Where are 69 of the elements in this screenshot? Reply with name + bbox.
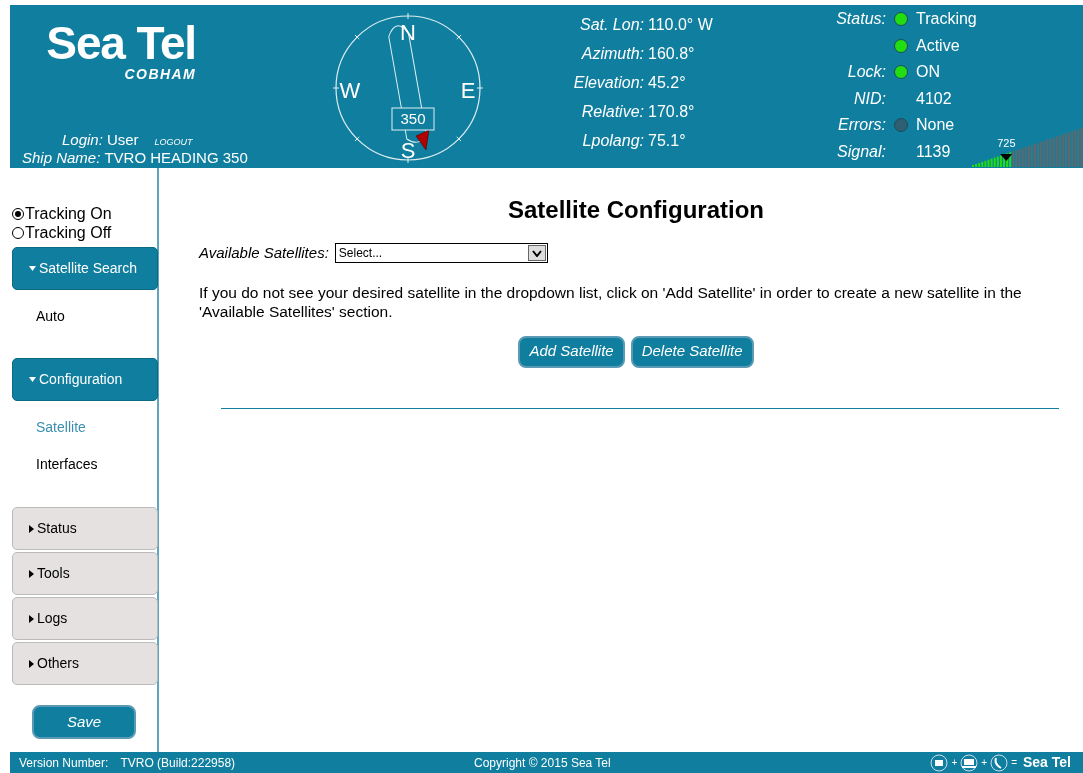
joiner-symbol: + — [951, 756, 958, 770]
readout-value: 160.8° — [648, 44, 695, 64]
east-label: E — [460, 78, 476, 103]
footer-logo: Sea Tel — [1023, 753, 1071, 772]
readout-value: 45.2° — [648, 73, 686, 93]
readout-label: Azimuth: — [580, 44, 644, 64]
readout-label: Sat. Lon: — [578, 15, 644, 35]
menu-section[interactable]: Status — [12, 507, 158, 550]
status-label: NID: — [854, 89, 886, 107]
caret-icon — [29, 659, 34, 668]
phone-icon — [990, 753, 1009, 772]
status-value: Tracking — [916, 9, 977, 30]
status-label: Status: — [836, 10, 886, 28]
west-label: W — [339, 78, 361, 103]
caret-icon — [29, 524, 34, 533]
readout-label: Elevation: — [572, 73, 644, 93]
version-number: TVRO (Build:222958) — [120, 754, 236, 772]
menu-section[interactable]: Logs — [12, 597, 158, 640]
status-value: Active — [916, 35, 960, 56]
tv-icon — [930, 753, 949, 772]
menu-item[interactable]: Auto — [12, 298, 156, 335]
action-button[interactable]: Add Satellite — [518, 335, 625, 368]
caret-icon — [29, 377, 36, 382]
readout-label: Lpolang: — [581, 131, 644, 151]
caret-icon — [29, 614, 34, 623]
status-label: Errors: — [838, 116, 886, 134]
login-label: Login: — [62, 130, 103, 150]
status-value: ON — [916, 62, 940, 83]
south-label: S — [400, 138, 416, 163]
logout-link[interactable]: LOGOUT — [154, 136, 193, 150]
menu-section[interactable]: Satellite Search — [12, 247, 158, 290]
logo-subtitle: COBHAM — [124, 67, 196, 81]
joiner-symbol: = — [1011, 756, 1017, 770]
north-label: N — [400, 20, 416, 45]
ship-name: TVRO HEADING 350 — [104, 148, 248, 168]
help-text: If you do not see your desired satellite in the dropdown list, click on 'Add Satellite' in order to create a new satellite in the 'Available Satellites' section. — [199, 282, 1023, 321]
readout-value: 75.1° — [648, 131, 686, 151]
radio-option[interactable]: Tracking Off — [12, 223, 156, 242]
readout-value: 170.8° — [648, 102, 695, 122]
status-value: 4102 — [916, 88, 952, 109]
menu-section[interactable]: Others — [12, 642, 158, 685]
version-label: Version Number: — [19, 754, 109, 772]
caret-icon — [29, 266, 36, 271]
field-label: Available Satellites: — [199, 243, 329, 263]
caret-icon — [29, 569, 34, 578]
readout-label: Relative: — [580, 102, 644, 122]
status-value: 1139 — [916, 141, 951, 162]
joiner-symbol: + — [981, 756, 988, 770]
page-title: Satellite Configuration — [507, 195, 765, 225]
menu-item[interactable]: Satellite — [12, 409, 156, 446]
menu-item[interactable]: Interfaces — [12, 446, 156, 483]
copyright-text: Copyright © 2015 Sea Tel — [474, 754, 611, 772]
heading-box: 350 — [391, 107, 435, 131]
satellite-dropdown[interactable]: Select... — [334, 243, 548, 264]
logo-text: Sea Tel — [46, 19, 196, 67]
status-label: Lock: — [847, 63, 886, 81]
status-value: None — [916, 115, 955, 136]
action-button[interactable]: Delete Satellite — [630, 335, 754, 368]
radio-option[interactable]: Tracking On — [12, 204, 156, 223]
laptop-icon — [960, 753, 979, 772]
status-label: Signal: — [837, 142, 886, 160]
login-user: User — [106, 130, 139, 150]
save-button[interactable]: Save — [32, 705, 136, 739]
signal-marker-value: 725 — [997, 136, 1016, 151]
ship-name-label: Ship Name: — [22, 148, 101, 168]
readout-value: 110.0° W — [648, 15, 713, 35]
menu-section[interactable]: Configuration — [12, 358, 158, 401]
menu-section[interactable]: Tools — [12, 552, 158, 595]
pointer-icon — [415, 129, 430, 151]
